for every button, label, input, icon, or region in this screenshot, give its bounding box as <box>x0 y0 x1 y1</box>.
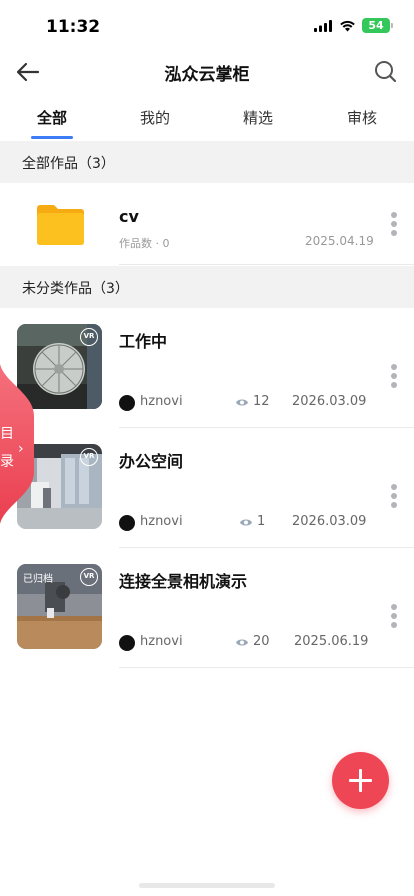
section-label-all: 全部作品（3） <box>22 156 115 172</box>
folder-icon <box>37 205 84 245</box>
work-item[interactable]: VR 办公空间 hznovi 1 2026.03.09 <box>0 428 414 548</box>
vr-badge-icon: VR <box>80 448 98 466</box>
view-count: 20 <box>253 634 270 649</box>
work-item[interactable]: VR 工作中 hznovi 12 2026.03.09 <box>0 308 414 428</box>
search-icon[interactable] <box>372 58 400 86</box>
tab-review[interactable]: 审核 <box>310 107 414 128</box>
signal-icon <box>314 19 332 32</box>
work-date: 2026.03.09 <box>292 394 367 409</box>
add-button[interactable] <box>332 752 389 809</box>
section-label-uncategorized: 未分类作品（3） <box>22 281 129 297</box>
divider <box>119 667 414 668</box>
vr-badge-icon: VR <box>80 568 98 586</box>
vr-badge-icon: VR <box>80 328 98 346</box>
author-name: hznovi <box>140 514 183 529</box>
author-avatar <box>119 635 135 651</box>
work-title: 工作中 <box>119 332 168 351</box>
work-thumbnail: 已归档 VR <box>17 564 102 649</box>
more-options-icon[interactable] <box>391 484 397 508</box>
archived-tag: 已归档 <box>23 574 53 585</box>
status-time: 11:32 <box>46 17 101 37</box>
author-name: hznovi <box>140 634 183 649</box>
work-title: 办公空间 <box>119 452 184 471</box>
author-avatar <box>119 395 135 411</box>
wifi-icon <box>340 20 355 31</box>
tab-featured[interactable]: 精选 <box>206 107 310 128</box>
section-header-all: 全部作品（3） <box>0 141 414 183</box>
author-name: hznovi <box>140 394 183 409</box>
folder-count: 作品数 · 0 <box>119 237 170 250</box>
toc-label: 目录 <box>0 426 14 470</box>
battery-indicator: 54 <box>362 18 393 33</box>
eye-icon <box>240 519 252 526</box>
divider <box>119 264 414 265</box>
folder-name: cv <box>119 207 139 226</box>
tab-mine[interactable]: 我的 <box>103 107 207 128</box>
folder-date: 2025.04.19 <box>305 234 374 248</box>
eye-icon <box>236 639 248 646</box>
section-header-uncategorized: 未分类作品（3） <box>0 266 414 308</box>
work-title: 连接全景相机演示 <box>119 572 248 591</box>
home-indicator <box>139 883 275 888</box>
author-avatar <box>119 515 135 531</box>
chevron-right-icon: › <box>18 441 24 457</box>
work-item[interactable]: 已归档 VR 连接全景相机演示 hznovi 20 2025.06.19 <box>0 548 414 668</box>
view-count: 1 <box>257 514 266 529</box>
nav-bar: 泓众云掌柜 <box>0 50 414 94</box>
more-options-icon[interactable] <box>391 364 397 388</box>
more-options-icon[interactable] <box>391 604 397 628</box>
more-options-icon[interactable] <box>391 212 397 236</box>
work-date: 2025.06.19 <box>294 634 369 649</box>
page-title: 泓众云掌柜 <box>164 65 250 85</box>
eye-icon <box>236 399 248 406</box>
status-bar: 11:32 54 <box>0 0 414 50</box>
folder-item[interactable]: cv 作品数 · 0 2025.04.19 <box>0 183 414 265</box>
work-date: 2026.03.09 <box>292 514 367 529</box>
tab-all[interactable]: 全部 <box>0 107 104 128</box>
status-icons: 54 <box>314 18 393 33</box>
category-tabs: 全部 我的 精选 审核 <box>0 100 414 140</box>
view-count: 12 <box>253 394 270 409</box>
active-tab-indicator <box>31 136 73 139</box>
